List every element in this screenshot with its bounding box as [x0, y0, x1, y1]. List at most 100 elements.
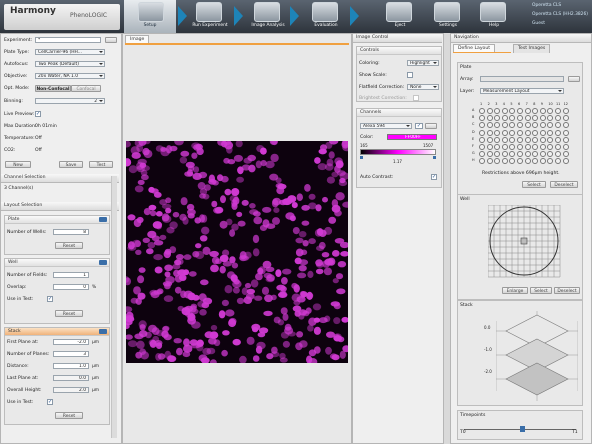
plate-well[interactable] [479, 151, 485, 158]
step-eject[interactable]: Eject [380, 0, 416, 33]
plate-well[interactable] [494, 144, 501, 150]
plate-well[interactable] [494, 136, 501, 143]
plate-well[interactable] [562, 108, 569, 114]
layout-selection-header[interactable]: Layout Selection [1, 202, 119, 211]
plate-well[interactable] [555, 144, 561, 150]
channel-visible-checkbox[interactable]: ✓ [415, 123, 423, 129]
user-link[interactable]: Guest [532, 21, 588, 26]
plate-section-header[interactable]: Plate [5, 216, 109, 224]
well-select-button[interactable]: Select [530, 287, 552, 294]
stack-section-header[interactable]: Stack [5, 328, 109, 336]
save-button[interactable]: Save [59, 161, 83, 168]
plate-well[interactable] [524, 122, 531, 129]
objective-select[interactable]: 20x Water, NA 1.0 [35, 73, 105, 79]
plate-well[interactable] [509, 144, 516, 150]
plate-well[interactable] [547, 158, 554, 165]
plate-well[interactable] [524, 158, 531, 165]
plate-well[interactable] [479, 136, 485, 143]
controls-header[interactable]: Controls [357, 47, 441, 55]
plate-well[interactable] [547, 115, 554, 122]
collapse-toggle-icon[interactable] [99, 329, 107, 334]
plate-well[interactable] [486, 158, 493, 165]
plate-well[interactable] [486, 108, 493, 114]
plate-well[interactable] [547, 136, 554, 143]
plate-well[interactable] [539, 144, 546, 150]
plate-well[interactable] [479, 115, 485, 122]
plate-well[interactable] [486, 122, 493, 129]
plate-well[interactable] [517, 122, 523, 129]
step-setup[interactable]: Setup [124, 0, 176, 33]
plate-well[interactable] [509, 115, 516, 122]
plate-well[interactable] [539, 129, 546, 136]
plate-well[interactable] [547, 122, 554, 129]
plate-well[interactable] [494, 122, 501, 129]
plate-well[interactable] [517, 136, 523, 143]
plate-well[interactable] [555, 122, 561, 129]
left-panel-scrollbar[interactable] [111, 176, 117, 438]
timeline-marker[interactable] [520, 426, 525, 432]
instrument-link[interactable]: Operetta CLS [532, 3, 588, 8]
collapse-toggle-icon[interactable] [99, 260, 107, 265]
number-of-planes-field[interactable]: 3 [53, 351, 89, 357]
well-use-in-test-checkbox[interactable]: ✓ [47, 296, 53, 302]
plate-well[interactable] [494, 151, 501, 158]
plate-well[interactable] [532, 122, 539, 129]
distance-field[interactable]: 1.0 [53, 363, 89, 369]
plate-well[interactable] [479, 108, 485, 114]
plate-well[interactable] [562, 151, 569, 158]
collapse-toggle-icon[interactable] [99, 217, 107, 222]
experiment-field[interactable]: * [35, 37, 101, 43]
array-button[interactable] [568, 76, 580, 82]
plate-well[interactable] [562, 136, 569, 143]
instrument-detail-link[interactable]: Operetta CLS (HH2.3826) [532, 12, 588, 17]
plate-well[interactable] [532, 129, 539, 136]
plate-well[interactable] [532, 115, 539, 122]
plate-well[interactable] [539, 115, 546, 122]
plate-well[interactable] [509, 129, 516, 136]
plate-well[interactable] [562, 144, 569, 150]
brightest-correction-checkbox[interactable] [413, 95, 419, 101]
flatfield-select[interactable]: None [407, 84, 439, 90]
plate-well[interactable] [517, 151, 523, 158]
plate-well[interactable] [562, 158, 569, 165]
plate-type-select[interactable]: CellCarrier-96 (HH... [35, 49, 105, 55]
plate-well[interactable] [555, 136, 561, 143]
plate-well[interactable] [494, 108, 501, 114]
plate-well[interactable] [509, 108, 516, 114]
step-help[interactable]: Help [474, 0, 510, 33]
plate-well[interactable] [547, 144, 554, 150]
well-deselect-button[interactable]: Deselect [554, 287, 580, 294]
plate-well[interactable] [486, 151, 493, 158]
autofocus-select[interactable]: Two Peak (Default) [35, 61, 105, 67]
plate-well[interactable] [501, 108, 508, 114]
plate-well[interactable] [532, 108, 539, 114]
step-settings[interactable]: Settings [428, 0, 464, 33]
layer-select[interactable]: Measurement Layout [480, 88, 564, 94]
channel-select[interactable]: Alexa 594 [360, 123, 412, 129]
plate-well[interactable] [555, 108, 561, 114]
plate-well[interactable] [501, 144, 508, 150]
experiment-browse-button[interactable] [105, 37, 117, 43]
non-confocal-button[interactable]: Non-Confocal [35, 85, 71, 92]
microscopy-image[interactable] [126, 141, 348, 363]
new-button[interactable]: New [5, 161, 31, 168]
plate-select-button[interactable]: Select [522, 181, 546, 188]
binning-select[interactable]: 2 [35, 98, 105, 104]
plate-well[interactable] [517, 129, 523, 136]
plate-well[interactable] [532, 136, 539, 143]
plate-well[interactable] [524, 129, 531, 136]
plate-well[interactable] [517, 158, 523, 165]
plate-well[interactable] [547, 129, 554, 136]
plate-well[interactable] [479, 129, 485, 136]
plate-well[interactable] [524, 115, 531, 122]
plate-well[interactable] [517, 144, 523, 150]
plate-well[interactable] [532, 158, 539, 165]
plate-well[interactable] [539, 136, 546, 143]
low-handle[interactable] [360, 156, 363, 159]
confocal-button[interactable]: Confocal [71, 85, 101, 92]
plate-deselect-button[interactable]: Deselect [550, 181, 578, 188]
plate-well[interactable] [501, 151, 508, 158]
stack-3d-view[interactable] [496, 311, 578, 401]
plate-well[interactable] [539, 151, 546, 158]
well-section-header[interactable]: Well [5, 259, 109, 267]
